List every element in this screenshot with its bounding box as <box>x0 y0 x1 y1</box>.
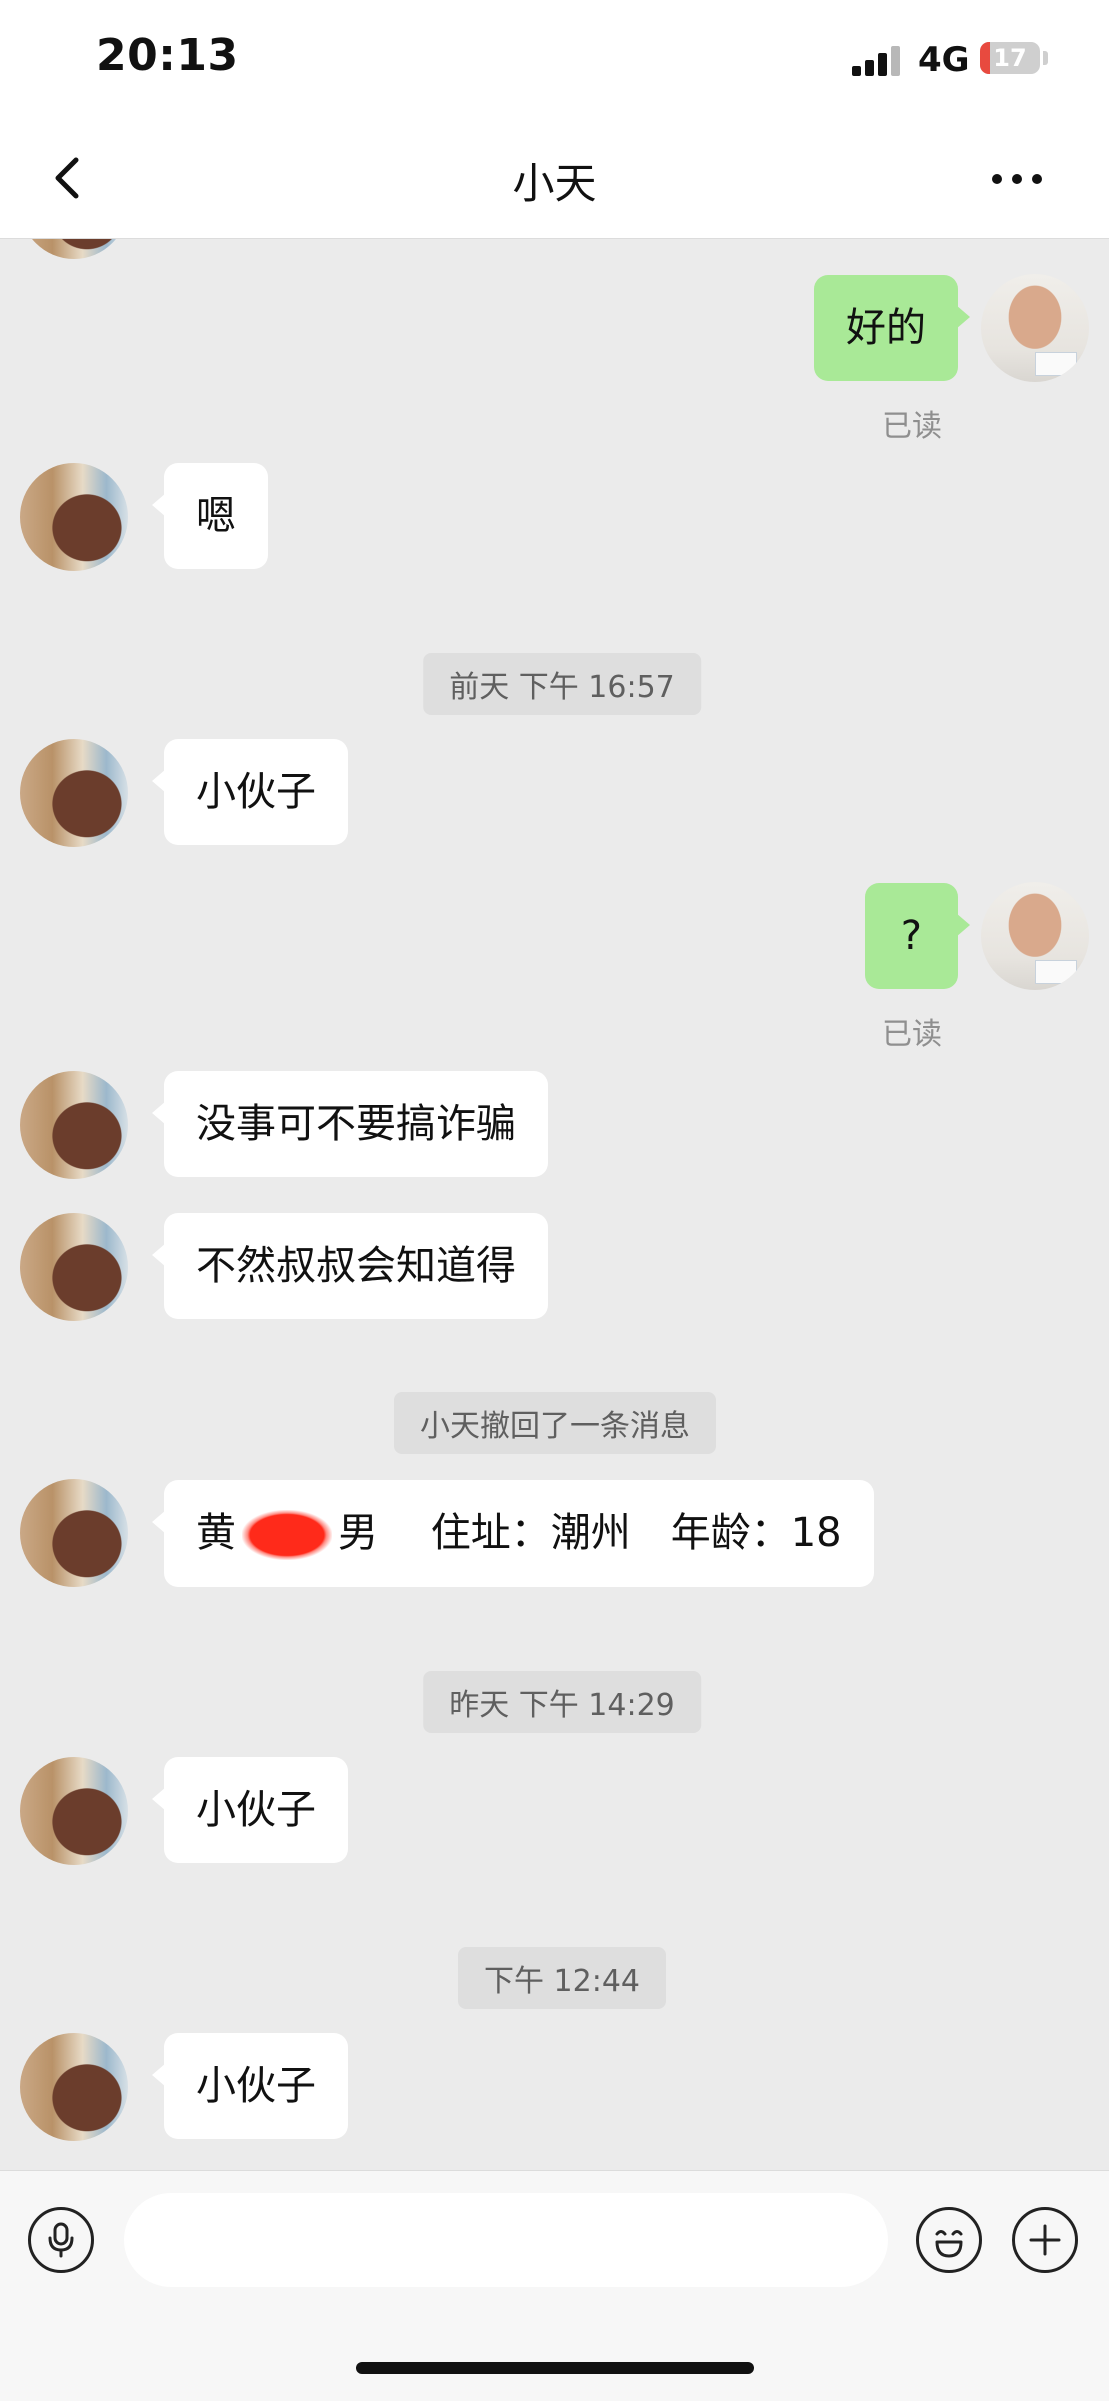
message-text-part: 黄 <box>196 1510 236 1556</box>
message-bubble-outgoing[interactable]: 好的 <box>814 275 970 381</box>
emoji-icon[interactable] <box>916 2207 982 2273</box>
avatar-contact[interactable] <box>20 1213 128 1321</box>
signal-icon <box>852 46 904 76</box>
nav-bar: 小天 <box>0 120 1109 239</box>
avatar-self[interactable] <box>981 274 1089 382</box>
message-bubble-incoming[interactable]: 没事可不要搞诈骗 <box>152 1071 548 1177</box>
microphone-icon[interactable] <box>28 2207 94 2273</box>
message-bubble-incoming[interactable]: 小伙子 <box>152 2033 348 2139</box>
home-indicator <box>356 2362 754 2374</box>
message-text-part: 男 住址：潮州 年龄：18 <box>338 1510 842 1556</box>
read-status: 已读 <box>882 1017 942 1052</box>
message-bubble-incoming[interactable]: 不然叔叔会知道得 <box>152 1213 548 1319</box>
avatar-contact[interactable] <box>20 1071 128 1179</box>
timestamp: 前天 下午 16:57 <box>423 653 701 715</box>
more-dots-icon[interactable] <box>988 164 1048 194</box>
recall-notice: 小天撤回了一条消息 <box>394 1392 716 1454</box>
avatar-contact[interactable] <box>20 1757 128 1865</box>
message-bubble-incoming[interactable]: 小伙子 <box>152 739 348 845</box>
avatar-contact[interactable] <box>20 1479 128 1587</box>
message-bubble-incoming[interactable]: 嗯 <box>152 463 268 569</box>
message-bubble-incoming[interactable]: 黄 男 住址：潮州 年龄：18 <box>152 1480 874 1587</box>
battery-tip <box>1043 51 1048 65</box>
network-type: 4G <box>918 40 970 80</box>
read-status: 已读 <box>882 409 942 444</box>
battery-level: 17 <box>993 44 1027 72</box>
avatar-self[interactable] <box>981 882 1089 990</box>
battery-icon: 17 <box>980 42 1040 74</box>
status-time: 20:13 <box>96 30 239 81</box>
timestamp: 昨天 下午 14:29 <box>423 1671 701 1733</box>
plus-icon[interactable] <box>1012 2207 1078 2273</box>
redaction-mark <box>242 1510 332 1560</box>
avatar-contact[interactable] <box>20 2033 128 2141</box>
avatar-contact[interactable] <box>20 239 128 259</box>
avatar-contact[interactable] <box>20 739 128 847</box>
chat-messages: 好的 已读 嗯 前天 下午 16:57 小伙子 ? 已读 没事可不要搞诈骗 不然… <box>0 239 1109 2170</box>
status-bar: 20:13 4G 17 <box>0 0 1109 120</box>
message-bubble-outgoing[interactable]: ? <box>864 883 971 989</box>
message-input[interactable] <box>124 2193 888 2287</box>
message-bubble-incoming[interactable]: 小伙子 <box>152 1757 348 1863</box>
timestamp: 下午 12:44 <box>458 1947 666 2009</box>
chat-title: 小天 <box>512 159 597 208</box>
avatar-contact[interactable] <box>20 463 128 571</box>
